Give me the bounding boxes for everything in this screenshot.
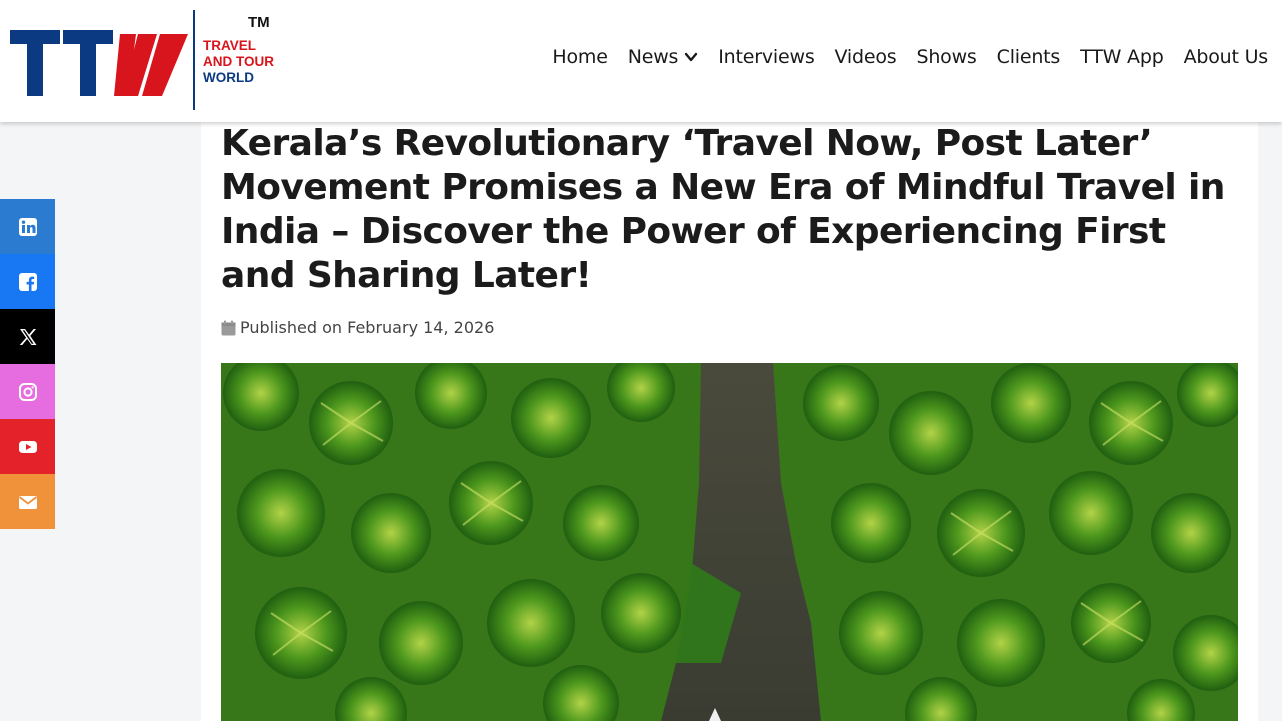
nav-news-label: News bbox=[627, 46, 679, 68]
article-hero-image bbox=[221, 363, 1238, 721]
nav-videos[interactable]: Videos bbox=[825, 46, 907, 68]
nav-interviews-label: Interviews bbox=[718, 46, 815, 68]
nav-ttw-app-label: TTW App bbox=[1080, 46, 1164, 68]
x-icon bbox=[19, 328, 36, 345]
site-header: TM TRAVEL AND TOUR WORLD Home News Inter… bbox=[0, 0, 1282, 122]
logo-divider bbox=[193, 10, 195, 110]
published-date: Published on February 14, 2026 bbox=[240, 318, 495, 337]
youtube-icon bbox=[18, 440, 37, 453]
nav-home[interactable]: Home bbox=[542, 46, 617, 68]
nav-news[interactable]: News bbox=[618, 46, 709, 68]
article-meta: Published on February 14, 2026 bbox=[221, 318, 494, 337]
nav-home-label: Home bbox=[552, 46, 608, 68]
site-logo[interactable]: TM TRAVEL AND TOUR WORLD bbox=[10, 10, 285, 110]
aerial-forest-illustration bbox=[221, 363, 1238, 721]
instagram-icon bbox=[18, 382, 37, 401]
ttw-logo-mark bbox=[10, 30, 188, 96]
nav-clients[interactable]: Clients bbox=[987, 46, 1071, 68]
facebook-share-button[interactable] bbox=[0, 254, 55, 309]
linkedin-share-button[interactable] bbox=[0, 199, 55, 254]
email-share-button[interactable] bbox=[0, 474, 55, 529]
nav-about-us[interactable]: About Us bbox=[1174, 46, 1278, 68]
instagram-share-button[interactable] bbox=[0, 364, 55, 419]
article-title: Kerala’s Revolutionary ‘Travel Now, Post… bbox=[221, 123, 1225, 296]
nav-ttw-app[interactable]: TTW App bbox=[1070, 46, 1173, 68]
logo-line-3: WORLD bbox=[203, 70, 254, 85]
nav-shows-label: Shows bbox=[916, 46, 977, 68]
nav-shows[interactable]: Shows bbox=[906, 46, 986, 68]
nav-about-us-label: About Us bbox=[1183, 46, 1269, 68]
linkedin-icon bbox=[18, 217, 37, 236]
logo-wordmark: TRAVEL AND TOUR WORLD bbox=[203, 38, 274, 86]
nav-interviews[interactable]: Interviews bbox=[708, 46, 824, 68]
main-nav: Home News Interviews Videos Shows Client… bbox=[542, 46, 1278, 68]
logo-line-2: AND TOUR bbox=[203, 54, 275, 69]
youtube-share-button[interactable] bbox=[0, 419, 55, 474]
nav-clients-label: Clients bbox=[996, 46, 1061, 68]
trademark-symbol: TM bbox=[248, 14, 270, 31]
calendar-icon bbox=[221, 320, 236, 335]
x-share-button[interactable] bbox=[0, 309, 55, 364]
article-container: Kerala’s Revolutionary ‘Travel Now, Post… bbox=[201, 122, 1258, 721]
logo-line-1: TRAVEL bbox=[203, 38, 256, 53]
social-share-bar bbox=[0, 199, 55, 529]
chevron-down-icon bbox=[685, 52, 698, 62]
envelope-icon bbox=[18, 495, 37, 509]
facebook-icon bbox=[18, 272, 37, 291]
nav-videos-label: Videos bbox=[834, 46, 897, 68]
